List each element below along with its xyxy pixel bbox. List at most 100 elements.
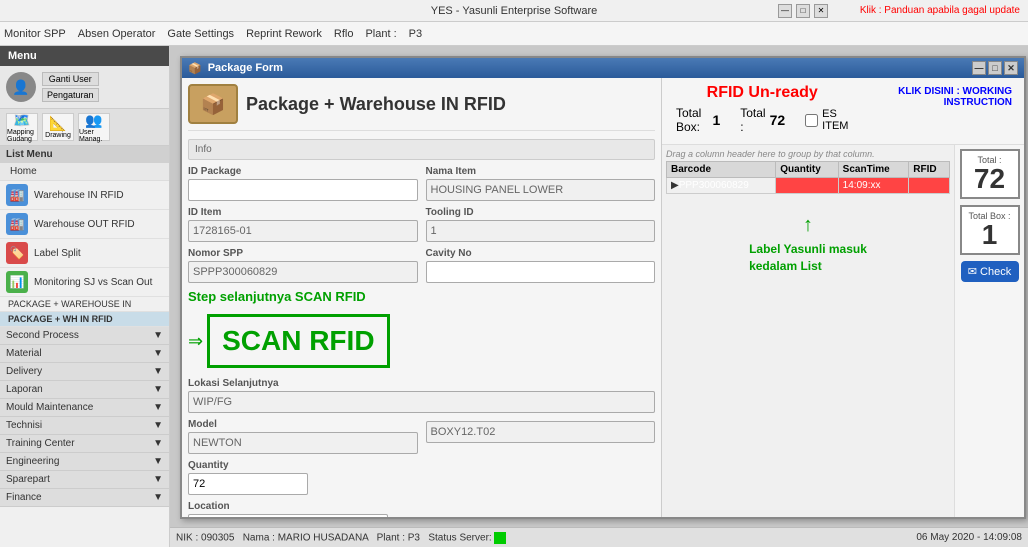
pkg-warehouse-in[interactable]: PACKAGE + WAREHOUSE IN [0, 297, 169, 312]
cavity-no-field: Cavity No [426, 248, 656, 283]
maximize-button[interactable]: □ [796, 4, 810, 18]
es-item-check: ES ITEM [805, 108, 848, 132]
sidebar-item-label-split[interactable]: 🏷️ Label Split [0, 239, 169, 268]
main-layout: Menu 👤 Ganti User Pengaturan 🗺️ Mapping … [0, 46, 1028, 547]
title-bar: YES - Yasunli Enterprise Software — □ ✕ … [0, 0, 1028, 22]
arrow-up-icon: ↑ [803, 214, 813, 237]
global-status-bar: NIK : 090305 Nama : MARIO HUSADANA Plant… [170, 527, 1028, 547]
form-close-button[interactable]: ✕ [1004, 61, 1018, 75]
check-button[interactable]: ✉ Check [961, 261, 1019, 282]
side-total-value: 72 [964, 165, 1016, 193]
nav-rflo[interactable]: Rflo [334, 28, 354, 40]
info-label: Info [195, 144, 212, 155]
total-label: Total : [740, 106, 765, 134]
sidebar-item-warehouse-out[interactable]: 🏭 Warehouse OUT RFID [0, 210, 169, 239]
quantity-input[interactable] [188, 473, 308, 495]
sidebar-item-monitoring[interactable]: 📊 Monitoring SJ vs Scan Out [0, 268, 169, 297]
cavity-no-label: Cavity No [426, 248, 656, 259]
nomor-spp-label: Nomor SPP [188, 248, 418, 259]
section-delivery[interactable]: Delivery▼ [0, 363, 169, 381]
nama-item-label: Nama Item [426, 166, 656, 177]
model2-field [426, 419, 656, 454]
nav-absen[interactable]: Absen Operator [78, 28, 156, 40]
table-header-row: Barcode Quantity ScanTime RFID [667, 162, 950, 178]
id-package-label: ID Package [188, 166, 418, 177]
form-left-panel: 📦 Package + Warehouse IN RFID Info ID Pa… [182, 78, 662, 517]
ganti-user-button[interactable]: Ganti User [42, 72, 99, 86]
minimize-button[interactable]: — [778, 4, 792, 18]
rfid-content: Drag a column header here to group by th… [662, 145, 1024, 517]
nav-mapping-button[interactable]: 🗺️ Mapping Gudang [6, 113, 38, 141]
es-item-checkbox[interactable] [805, 114, 818, 127]
sidebar-home[interactable]: Home [0, 163, 169, 181]
model-label: Model [188, 419, 418, 430]
nav-reprint[interactable]: Reprint Rework [246, 28, 322, 40]
id-package-input[interactable] [188, 179, 418, 201]
form-title-icon: 📦 [188, 62, 202, 75]
nav-drawing-button[interactable]: 📐 Drawing [42, 113, 74, 141]
tooling-id-input [426, 220, 656, 242]
section-training[interactable]: Training Center▼ [0, 435, 169, 453]
side-box-value: 1 [964, 221, 1016, 249]
warehouse-out-label: Warehouse OUT RFID [34, 219, 135, 230]
section-laporan[interactable]: Laporan▼ [0, 381, 169, 399]
rfid-table: Barcode Quantity ScanTime RFID P [666, 161, 950, 194]
form-row-2: ID Item Tooling ID [188, 207, 655, 242]
nav-usermgmt-button[interactable]: 👥 User Manag. [78, 113, 110, 141]
working-instruction-link[interactable]: KLIK DISINI : WORKING INSTRUCTION [856, 84, 1018, 110]
col-header-quantity: Quantity [776, 162, 838, 178]
global-status-indicator [494, 532, 506, 544]
section-technisi[interactable]: Technisi▼ [0, 417, 169, 435]
nav-monitor-spp[interactable]: Monitor SPP [4, 28, 66, 40]
section-engineering[interactable]: Engineering▼ [0, 453, 169, 471]
section-second-process[interactable]: Second Process▼ [0, 327, 169, 345]
rfid-status: RFID Un-ready [668, 84, 856, 102]
label-note-section: ↑ Label Yasunli masukkedalam List [666, 214, 950, 279]
id-item-field: ID Item [188, 207, 418, 242]
pkg-wh-in-rfid[interactable]: PACKAGE + WH IN RFID [0, 312, 169, 327]
drawing-icon: 📐 [49, 115, 66, 132]
form-maximize-button[interactable]: □ [988, 61, 1002, 75]
lokasi-label: Lokasi Selanjutnya [188, 378, 655, 389]
warehouse-out-icon: 🏭 [6, 213, 28, 235]
location-select[interactable]: A11A [188, 514, 388, 517]
form-titlebar: 📦 Package Form — □ ✕ [182, 58, 1024, 78]
section-mould[interactable]: Mould Maintenance▼ [0, 399, 169, 417]
cavity-no-input[interactable] [426, 261, 656, 283]
cell-rfid [909, 178, 950, 194]
rfid-totals: Total Box: 1 Total : 72 [668, 102, 856, 138]
nav-plant-value: P3 [409, 28, 422, 40]
scan-rfid-label: SCAN RFID [222, 325, 374, 357]
arrow-right-icon: ⇒ [188, 331, 203, 352]
location-label: Location [188, 501, 655, 512]
form-row-location: Location A11A [188, 501, 655, 517]
form-minimize-button[interactable]: — [972, 61, 986, 75]
close-button[interactable]: ✕ [814, 4, 828, 18]
tooling-id-label: Tooling ID [426, 207, 656, 218]
section-sparepart[interactable]: Sparepart▼ [0, 471, 169, 489]
id-item-label: ID Item [188, 207, 418, 218]
nama-item-input [426, 179, 656, 201]
es-item-label: ES ITEM [822, 108, 848, 132]
pkg-header: 📦 Package + Warehouse IN RFID [188, 84, 655, 131]
id-item-input [188, 220, 418, 242]
pengaturan-button[interactable]: Pengaturan [42, 88, 99, 102]
sidebar: Menu 👤 Ganti User Pengaturan 🗺️ Mapping … [0, 46, 170, 547]
section-finance[interactable]: Finance▼ [0, 489, 169, 507]
step-label: Step selanjutnya SCAN RFID [188, 289, 655, 304]
form-row-model: Model [188, 419, 655, 454]
total-value: 72 [770, 112, 786, 128]
nav-gate[interactable]: Gate Settings [167, 28, 234, 40]
side-total-box: Total : 72 [960, 149, 1020, 199]
tooling-id-field: Tooling ID [426, 207, 656, 242]
label-yasunli-note: Label Yasunli masukkedalam List [749, 241, 867, 275]
user-actions: Ganti User Pengaturan [42, 72, 99, 102]
check-label: Check [980, 266, 1011, 278]
warehouse-in-label: Warehouse IN RFID [34, 190, 124, 201]
cell-quantity [776, 178, 838, 194]
update-alert[interactable]: Klik : Panduan apabila gagal update [860, 5, 1020, 16]
section-material[interactable]: Material▼ [0, 345, 169, 363]
form-row-quantity: Quantity [188, 460, 655, 495]
global-status-text: NIK : 090305 Nama : MARIO HUSADANA Plant… [176, 532, 506, 544]
sidebar-item-warehouse-in[interactable]: 🏭 Warehouse IN RFID [0, 181, 169, 210]
